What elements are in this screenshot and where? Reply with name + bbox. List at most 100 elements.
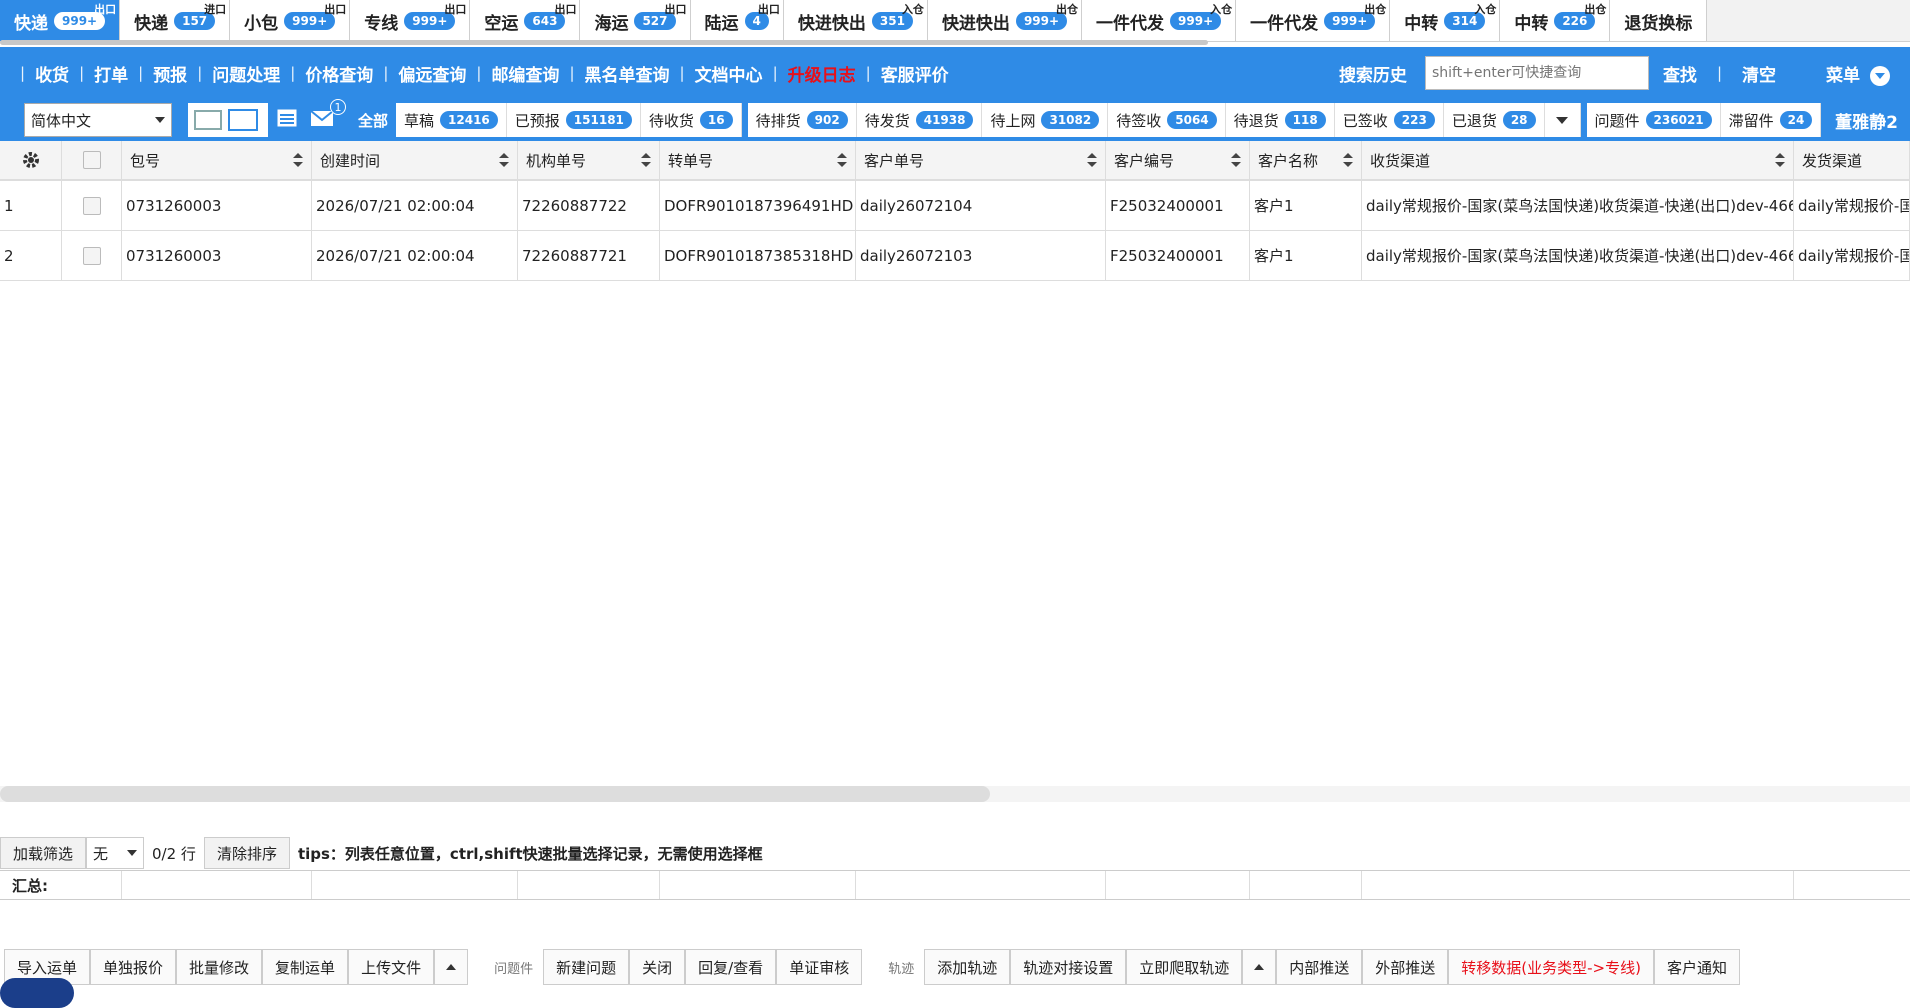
toolbar-button[interactable]: 批量修改 [176, 949, 263, 985]
table-row[interactable]: 2 0731260003 2026/07/21 02:00:04 7226088772… [0, 231, 1910, 281]
expand-up-button[interactable] [1242, 949, 1277, 985]
tab-direction-label: 进口 [204, 3, 227, 16]
full-view-icon[interactable] [228, 109, 258, 131]
filter-all[interactable]: 全部 [350, 103, 397, 137]
find-button[interactable]: 查找 [1663, 61, 1697, 86]
mail-icon[interactable]: 1 [310, 99, 346, 133]
module-tab[interactable]: 一件代发 999+ 入仓 [1082, 0, 1237, 41]
toolbar-button[interactable]: 复制运单 [262, 949, 349, 985]
column-header[interactable]: 客户名称 [1250, 141, 1362, 179]
module-tab[interactable]: 陆运 4 出口 [690, 0, 784, 41]
nav-link[interactable]: 邮编查询 [491, 61, 559, 86]
status-filter[interactable]: 已预报 151181 [507, 103, 641, 137]
column-header[interactable]: 机构单号 [518, 141, 660, 179]
column-header[interactable]: 客户单号 [856, 141, 1106, 179]
nav-link[interactable]: 升级日志 [788, 61, 856, 86]
toolbar-button[interactable]: 内部推送 [1276, 949, 1363, 985]
sort-icon[interactable] [641, 153, 651, 167]
menu-button[interactable]: 菜单 [1826, 61, 1890, 86]
split-view-icon[interactable] [194, 110, 222, 130]
column-header[interactable]: 收货渠道 [1362, 141, 1794, 179]
status-filter[interactable]: 待退货 118 [1226, 103, 1335, 137]
toolbar-button[interactable]: 添加轨迹 [924, 949, 1011, 985]
column-header[interactable]: 创建时间 [312, 141, 518, 179]
toolbar-button[interactable]: 新建问题 [543, 949, 630, 985]
track-group-label: 轨迹 [888, 961, 915, 977]
nav-link[interactable]: 黑名单查询 [585, 61, 670, 86]
column-header[interactable]: 包号 [122, 141, 312, 179]
nav-link[interactable]: 价格查询 [305, 61, 373, 86]
settings-gear-icon[interactable] [0, 141, 62, 179]
select-all-checkbox[interactable] [82, 151, 101, 169]
module-tab[interactable]: 小包 999+ 出口 [230, 0, 351, 41]
horizontal-scrollbar[interactable] [0, 786, 990, 802]
module-tab[interactable]: 一件代发 999+ 出仓 [1236, 0, 1391, 41]
status-filter[interactable]: 待签收 5064 [1108, 103, 1226, 137]
sort-icon[interactable] [293, 153, 303, 167]
sort-icon[interactable] [1343, 153, 1353, 167]
clear-sort-button[interactable]: 清除排序 [203, 837, 290, 869]
module-tab[interactable]: 中转 226 出仓 [1500, 0, 1611, 41]
status-filter[interactable]: 待排货 902 [748, 103, 857, 137]
toolbar-button[interactable]: 轨迹对接设置 [1010, 949, 1127, 985]
nav-link[interactable]: 收货 [35, 61, 69, 86]
module-tab[interactable]: 海运 527 出口 [580, 0, 691, 41]
status-filter[interactable]: 问题件 236021 [1587, 103, 1721, 137]
more-filters-dropdown[interactable] [1545, 103, 1581, 137]
status-filter[interactable]: 草稿 12416 [396, 103, 507, 137]
username: 董雅静2 [1835, 112, 1898, 133]
list-icon[interactable] [276, 107, 302, 133]
transfer-data-button[interactable]: 转移数据(业务类型->专线) [1448, 949, 1654, 985]
customer-notify-button[interactable]: 客户通知 [1653, 949, 1740, 985]
toolbar-button[interactable]: 单证审核 [776, 949, 863, 985]
summary-cell [1250, 871, 1362, 899]
column-header[interactable]: 客户编号 [1106, 141, 1250, 179]
expand-up-button[interactable] [434, 949, 469, 985]
table-row[interactable]: 1 0731260003 2026/07/21 02:00:04 7226088772… [0, 181, 1910, 231]
status-filter[interactable]: 滞留件 24 [1721, 103, 1822, 137]
nav-link[interactable]: 打单 [94, 61, 128, 86]
toolbar-button[interactable]: 上传文件 [348, 949, 435, 985]
status-filter[interactable]: 待上网 31082 [982, 103, 1109, 137]
toolbar-button[interactable]: 单独报价 [90, 949, 177, 985]
load-filter-button[interactable]: 加载筛选 [0, 837, 87, 869]
search-input[interactable] [1424, 56, 1649, 90]
column-header[interactable]: 发货渠道 [1794, 141, 1910, 179]
sort-icon[interactable] [1231, 153, 1241, 167]
module-tab[interactable]: 退货换标 [1610, 0, 1708, 41]
nav-link[interactable]: 客服评价 [881, 61, 949, 86]
sort-icon[interactable] [1775, 153, 1785, 167]
toolbar-button[interactable]: 立即爬取轨迹 [1126, 949, 1243, 985]
nav-link[interactable]: 预报 [153, 61, 187, 86]
module-tab[interactable]: 快进快出 999+ 出仓 [927, 0, 1083, 41]
status-filter[interactable]: 待收货 16 [641, 103, 742, 137]
toolbar-button[interactable]: 回复/查看 [685, 949, 777, 985]
status-filter[interactable]: 已签收 223 [1335, 103, 1444, 137]
floating-help-button[interactable] [0, 978, 74, 1008]
status-filter[interactable]: 已退货 28 [1444, 103, 1545, 137]
module-tab[interactable]: 快递 157 进口 [120, 0, 231, 41]
row-checkbox[interactable] [82, 246, 101, 265]
nav-link[interactable]: 文档中心 [695, 61, 763, 86]
clear-button[interactable]: 清空 [1742, 61, 1776, 86]
language-select[interactable]: 简体中文 [24, 103, 172, 137]
column-header[interactable]: 转单号 [660, 141, 856, 179]
module-tab[interactable]: 快递 999+ 出口 [0, 0, 121, 41]
toolbar-button[interactable]: 外部推送 [1362, 949, 1449, 985]
row-number: 1 [0, 181, 62, 230]
sort-icon[interactable] [499, 153, 509, 167]
nav-link[interactable]: 偏远查询 [398, 61, 466, 86]
tabs-scrollbar[interactable] [0, 40, 1208, 45]
module-tab[interactable]: 空运 643 出口 [470, 0, 581, 41]
filter-select[interactable]: 无 [86, 837, 145, 869]
status-filter[interactable]: 待发货 41938 [857, 103, 983, 137]
search-history-button[interactable]: 搜索历史 [1339, 61, 1407, 86]
sort-icon[interactable] [837, 153, 847, 167]
module-tab[interactable]: 专线 999+ 出口 [350, 0, 471, 41]
module-tab[interactable]: 中转 314 入仓 [1390, 0, 1501, 41]
toolbar-button[interactable]: 关闭 [629, 949, 686, 985]
module-tab[interactable]: 快进快出 351 入仓 [783, 0, 928, 41]
sort-icon[interactable] [1087, 153, 1097, 167]
row-checkbox[interactable] [82, 196, 101, 215]
nav-link[interactable]: 问题处理 [212, 61, 280, 86]
